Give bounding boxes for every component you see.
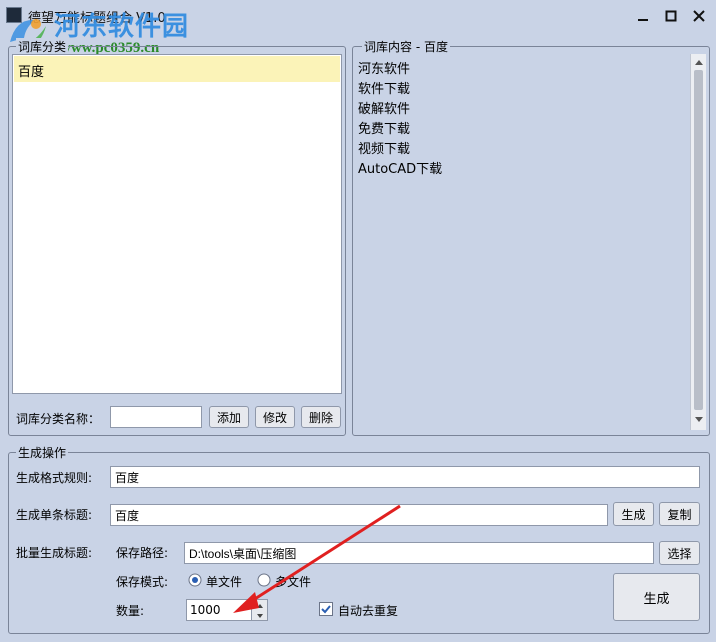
category-list-item[interactable]: 百度	[14, 56, 340, 82]
single-file-radio[interactable]	[188, 573, 202, 587]
select-path-button[interactable]: 选择	[659, 541, 700, 565]
save-mode-label: 保存模式:	[116, 575, 169, 589]
save-path-label: 保存路径:	[116, 546, 169, 560]
category-name-input[interactable]	[110, 406, 202, 428]
content-group-label: 词库内容 - 百度	[362, 38, 450, 55]
category-list[interactable]: 百度	[12, 54, 342, 394]
format-rule-input[interactable]	[110, 466, 700, 488]
content-list-item[interactable]: 视频下载	[358, 138, 410, 157]
content-list-item[interactable]: 河东软件	[358, 58, 410, 77]
format-rule-label: 生成格式规则:	[16, 471, 93, 485]
generate-single-button[interactable]: 生成	[613, 502, 654, 526]
scroll-down-icon[interactable]	[694, 416, 704, 424]
category-item-label: 百度	[18, 65, 45, 80]
category-group-label: 词库分类	[16, 38, 69, 55]
close-button[interactable]	[688, 6, 710, 26]
content-list-item[interactable]: 软件下载	[358, 78, 410, 97]
single-title-label: 生成单条标题:	[16, 508, 93, 522]
maximize-icon	[665, 10, 677, 22]
content-list[interactable]: 河东软件 软件下载 破解软件 免费下载 视频下载 AutoCAD下载	[354, 54, 688, 430]
batch-title-label: 批量生成标题:	[16, 546, 93, 560]
batch-generate-button[interactable]: 生成	[613, 573, 700, 621]
copy-button[interactable]: 复制	[659, 502, 700, 526]
delete-category-button[interactable]: 删除	[301, 406, 341, 428]
maximize-button[interactable]	[660, 6, 682, 26]
content-list-item[interactable]: AutoCAD下载	[358, 158, 442, 177]
watermark-title: 河东软件园	[54, 12, 190, 42]
scroll-thumb[interactable]	[694, 70, 703, 410]
content-list-item[interactable]: 免费下载	[358, 118, 410, 137]
annotation-arrow-icon	[233, 504, 401, 613]
close-icon	[693, 10, 705, 22]
minimize-icon	[638, 19, 648, 21]
generate-group-label: 生成操作	[16, 444, 69, 461]
quantity-label: 数量:	[116, 604, 145, 618]
content-scrollbar[interactable]	[690, 54, 706, 430]
category-name-label: 词库分类名称：	[16, 412, 101, 426]
quantity-value[interactable]: 1000	[190, 603, 221, 617]
content-list-item[interactable]: 破解软件	[358, 98, 410, 117]
edit-category-button[interactable]: 修改	[255, 406, 295, 428]
add-category-button[interactable]: 添加	[209, 406, 249, 428]
minimize-button[interactable]	[632, 6, 654, 26]
scroll-up-icon[interactable]	[694, 58, 704, 66]
